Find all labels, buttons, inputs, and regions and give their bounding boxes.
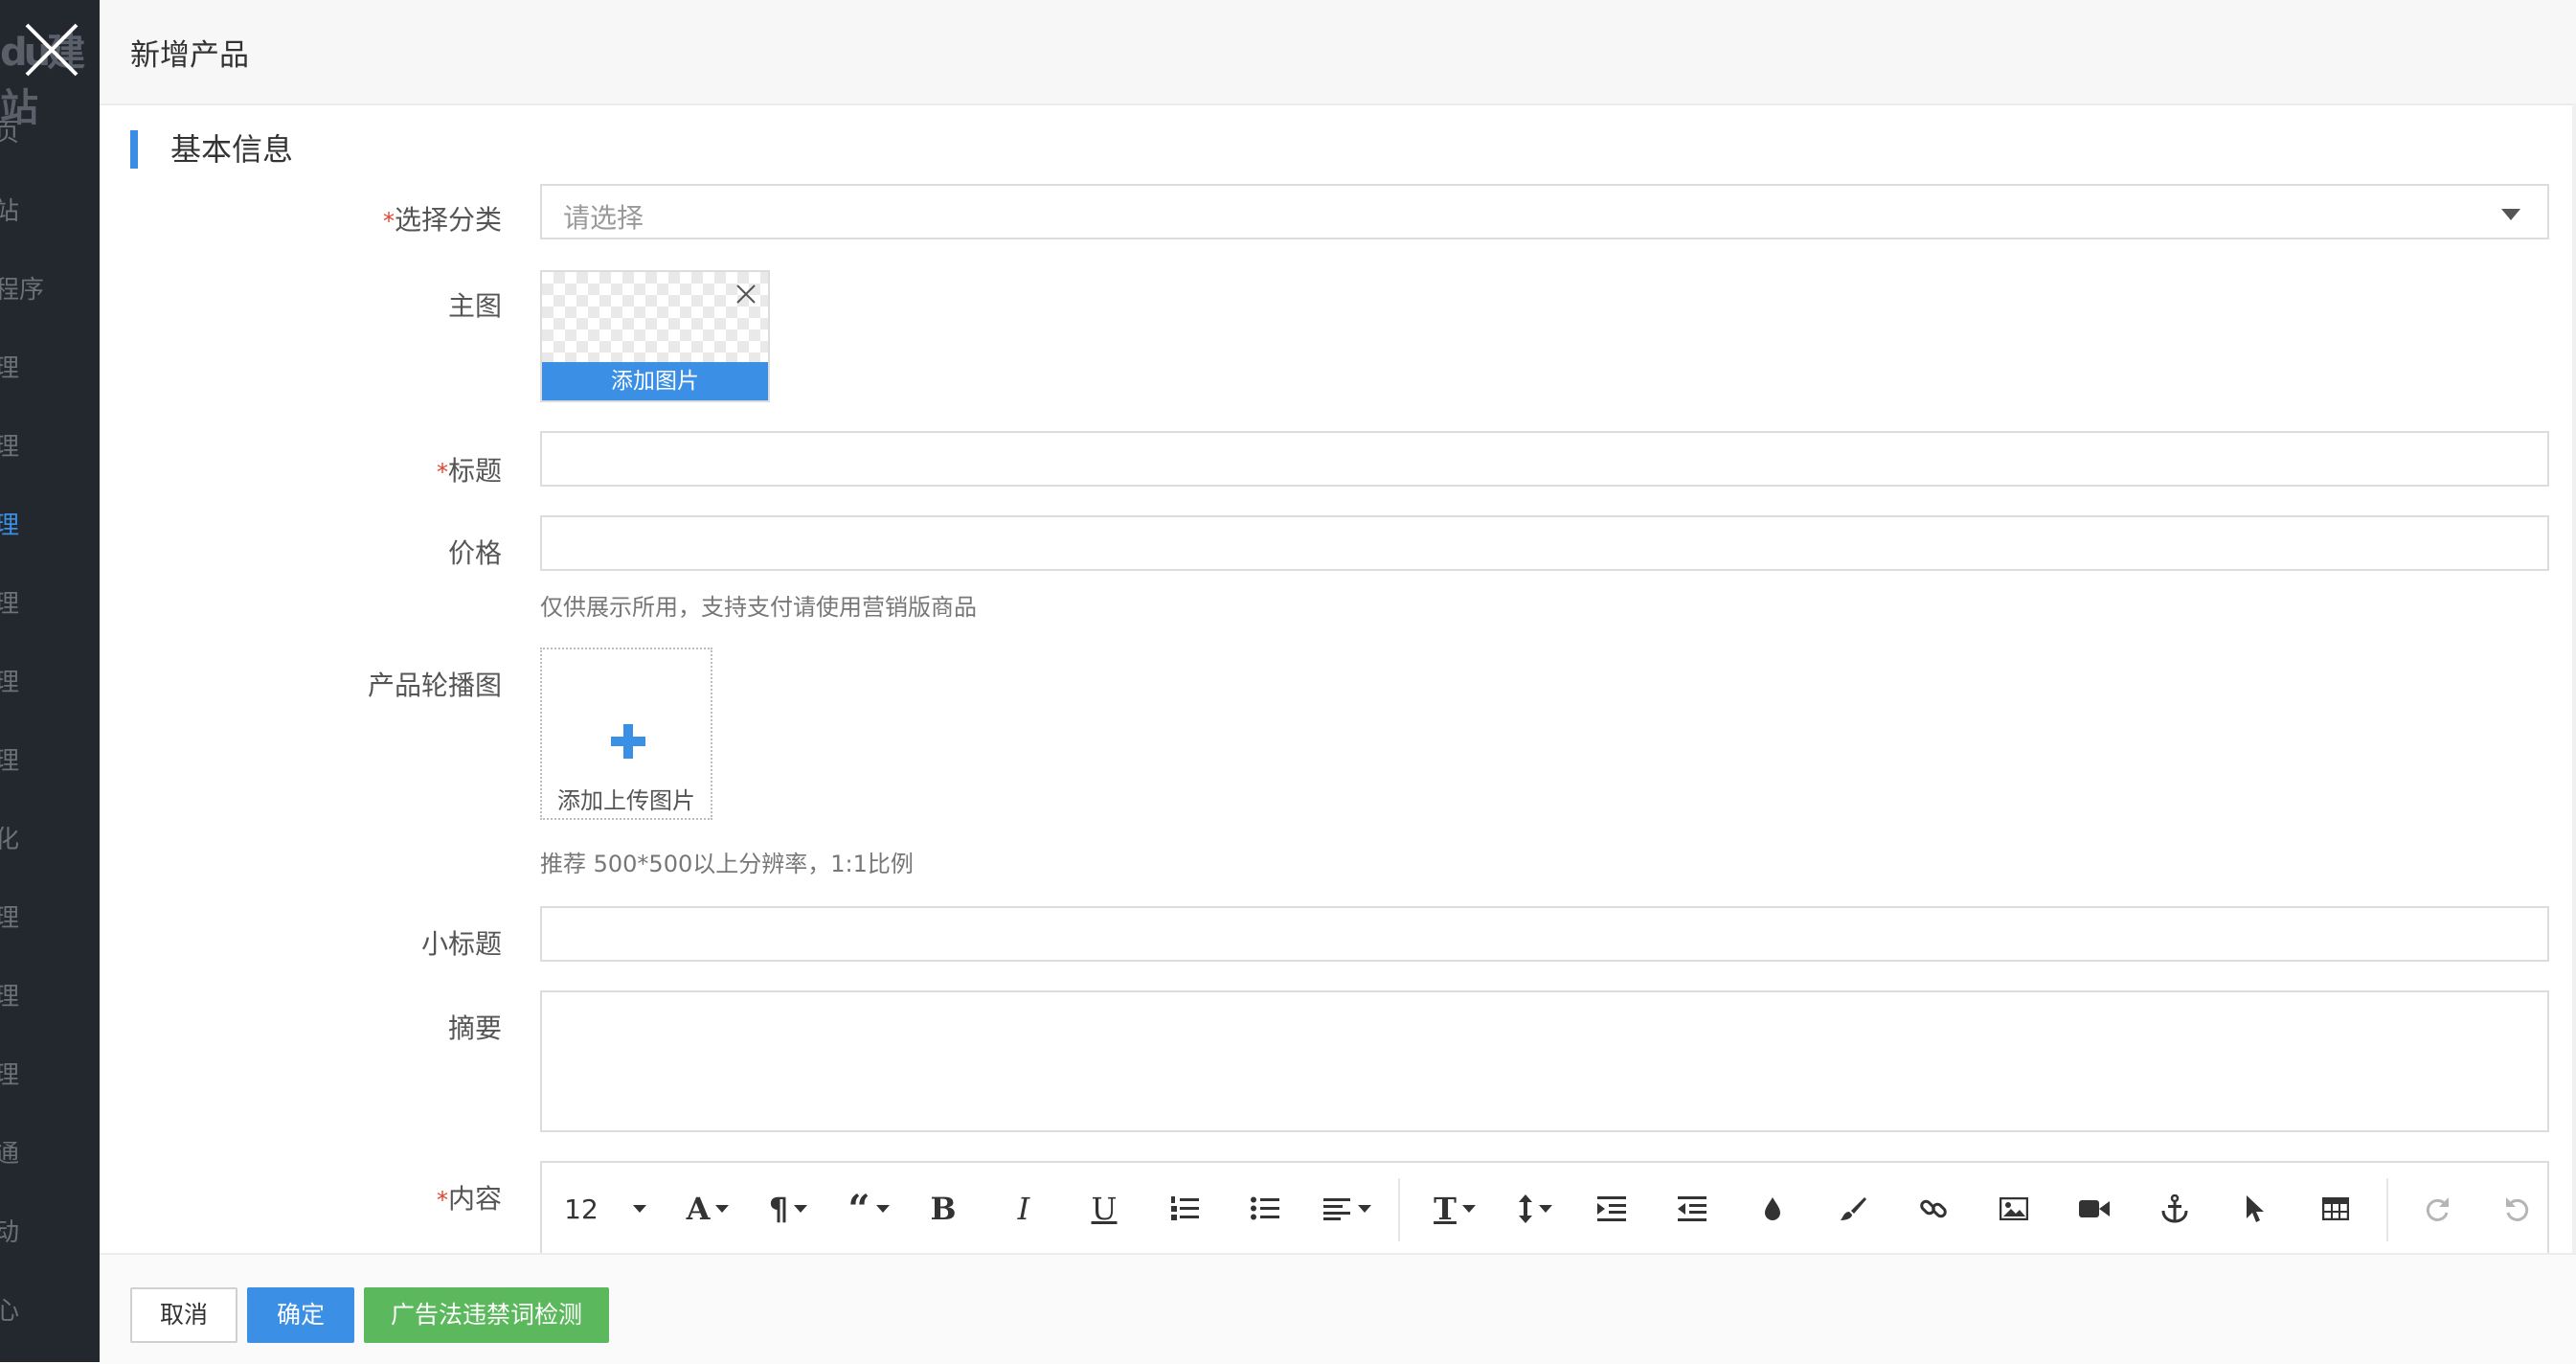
subtitle-label: 小标题 (420, 928, 502, 960)
sidebar-item[interactable]: 动 (0, 1213, 19, 1248)
price-input[interactable] (540, 515, 2549, 571)
editor-toolbar: 12 A ¶ “ B I U T (540, 1161, 2549, 1255)
sidebar-item[interactable]: 心 (0, 1291, 19, 1327)
bold-icon[interactable]: B (917, 1184, 969, 1234)
unordered-list-icon[interactable] (1239, 1184, 1291, 1234)
video-icon[interactable] (2068, 1184, 2120, 1234)
underline-icon[interactable]: U (1078, 1184, 1130, 1234)
chevron-down-icon (2501, 209, 2520, 220)
italic-icon[interactable]: I (998, 1184, 1050, 1234)
modal-header: 新增产品 (100, 0, 2576, 105)
table-icon[interactable] (2310, 1184, 2361, 1234)
sidebar-item[interactable]: 页 (0, 113, 19, 148)
modal-title: 新增产品 (130, 38, 249, 73)
price-label: 价格 (447, 537, 502, 569)
ad-law-check-button[interactable]: 广告法违禁词检测 (364, 1287, 609, 1343)
undo-icon[interactable] (2492, 1184, 2543, 1234)
font-size-select[interactable]: 12 (557, 1184, 653, 1234)
sidebar-item[interactable]: 通 (0, 1134, 19, 1170)
carousel-upload[interactable]: 添加上传图片 (540, 648, 712, 820)
sidebar-item[interactable]: 理 (0, 977, 19, 1012)
plus-icon (611, 724, 645, 759)
main-image-preview: 添加图片 (540, 270, 770, 402)
sidebar-item[interactable]: 化 (0, 820, 19, 855)
subtitle-input[interactable] (540, 906, 2549, 962)
carousel-label: 产品轮播图 (367, 670, 502, 701)
main-image-label: 主图 (447, 290, 502, 322)
cursor-icon[interactable] (2229, 1184, 2281, 1234)
sidebar-item[interactable]: 程序 (0, 270, 44, 306)
sidebar-item[interactable]: 理 (0, 1056, 19, 1091)
sidebar: du建站 页 站 程序 理 理 理 理 理 理 化 理 理 理 通 动 心 (0, 0, 100, 1362)
category-label: *选择分类 (382, 204, 502, 236)
price-hint: 仅供展示所用，支持支付请使用营销版商品 (540, 594, 977, 621)
align-icon[interactable] (1314, 1184, 1381, 1234)
paragraph-icon[interactable]: ¶ (755, 1184, 822, 1234)
cancel-button[interactable]: 取消 (130, 1287, 237, 1343)
sidebar-item[interactable]: 理 (0, 741, 19, 777)
font-family-icon[interactable]: A (674, 1184, 741, 1234)
upload-text: 添加上传图片 (557, 787, 695, 814)
toolbar-divider (2386, 1178, 2388, 1241)
required-mark: * (436, 1187, 448, 1214)
category-select[interactable]: 请选择 (540, 184, 2549, 239)
summary-textarea[interactable] (540, 990, 2549, 1132)
content-label: *内容 (436, 1183, 502, 1215)
scrollbar-track[interactable] (2572, 103, 2576, 1253)
redo-icon[interactable] (2411, 1184, 2463, 1234)
brush-icon[interactable] (1827, 1184, 1879, 1234)
add-product-modal: 新增产品 基本信息 *选择分类 请选择 主图 添加图片 *标题 价格 仅供展示所… (100, 0, 2576, 1364)
sidebar-item[interactable]: 理 (0, 427, 19, 463)
anchor-icon[interactable] (2149, 1184, 2201, 1234)
sidebar-item-active[interactable]: 理 (0, 506, 19, 541)
indent-icon[interactable] (1586, 1184, 1638, 1234)
image-icon[interactable] (1988, 1184, 2040, 1234)
add-image-button[interactable]: 添加图片 (542, 362, 768, 400)
ordered-list-icon[interactable] (1159, 1184, 1210, 1234)
sidebar-item[interactable]: 理 (0, 898, 19, 934)
section-title: 基本信息 (130, 130, 293, 169)
color-drop-icon[interactable] (1747, 1184, 1798, 1234)
category-placeholder: 请选择 (563, 202, 644, 234)
summary-label: 摘要 (447, 1012, 502, 1044)
modal-footer: 取消 确定 广告法违禁词检测 (100, 1253, 2576, 1364)
required-mark: * (436, 459, 448, 486)
sidebar-item[interactable]: 站 (0, 192, 19, 227)
line-height-icon[interactable] (1502, 1184, 1569, 1234)
confirm-button[interactable]: 确定 (247, 1287, 354, 1343)
sidebar-item[interactable]: 理 (0, 584, 19, 620)
close-icon[interactable] (21, 19, 82, 80)
required-mark: * (382, 208, 395, 235)
title-input[interactable] (540, 431, 2549, 487)
remove-image-icon[interactable] (735, 284, 757, 305)
toolbar-divider (1398, 1178, 1400, 1241)
sidebar-item[interactable]: 理 (0, 663, 19, 698)
title-label: *标题 (436, 455, 502, 487)
carousel-hint: 推荐 500*500以上分辨率，1:1比例 (540, 851, 914, 877)
link-icon[interactable] (1908, 1184, 1959, 1234)
quote-icon[interactable]: “ (835, 1184, 902, 1234)
sidebar-item[interactable]: 理 (0, 349, 19, 384)
outdent-icon[interactable] (1666, 1184, 1718, 1234)
text-style-icon[interactable]: T (1421, 1184, 1488, 1234)
